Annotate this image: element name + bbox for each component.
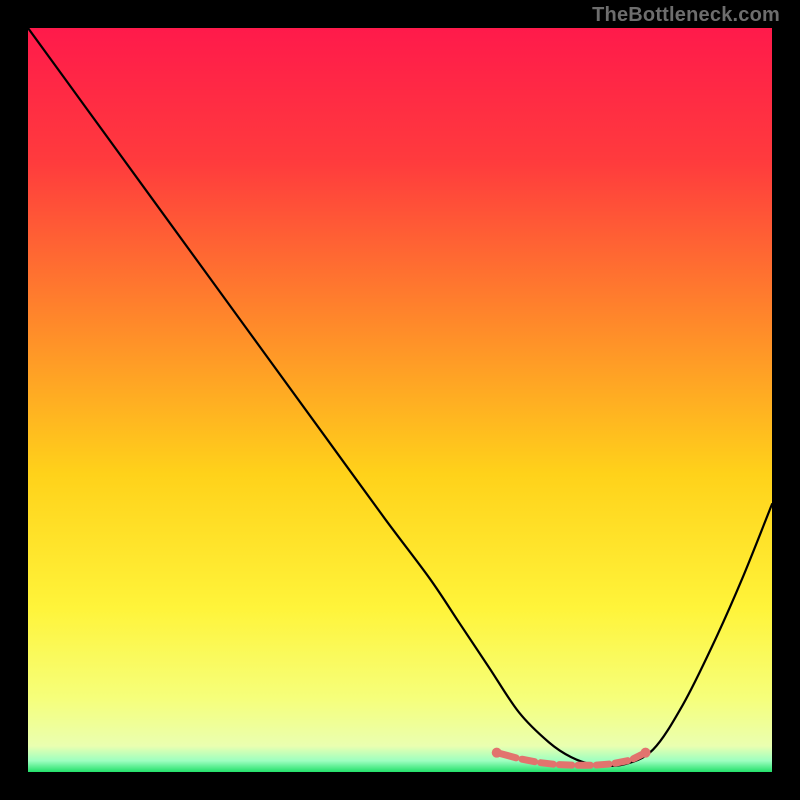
highlight-end-dot xyxy=(641,748,651,758)
highlight-segment xyxy=(500,753,517,757)
highlight-segment xyxy=(522,759,535,762)
highlight-segment xyxy=(559,765,572,766)
bottleneck-chart xyxy=(28,28,772,772)
attribution-text: TheBottleneck.com xyxy=(592,4,780,27)
plot-area xyxy=(28,28,772,772)
highlight-segment xyxy=(596,764,609,765)
highlight-segment xyxy=(541,763,554,765)
highlight-end-dot xyxy=(492,748,502,758)
chart-frame: TheBottleneck.com xyxy=(0,0,800,800)
highlight-segment xyxy=(615,761,628,764)
gradient-background xyxy=(28,28,772,772)
